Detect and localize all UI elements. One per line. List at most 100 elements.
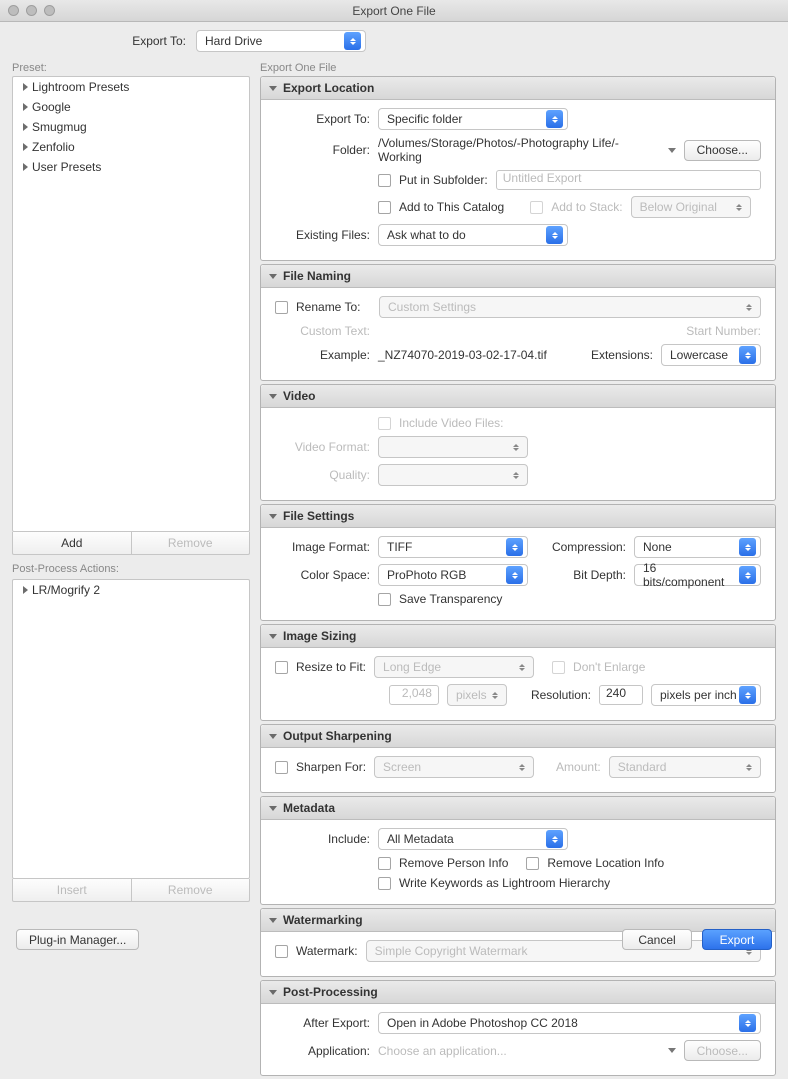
remove-location-label: Remove Location Info (547, 856, 664, 870)
traffic-max-icon[interactable] (44, 5, 55, 16)
write-keywords-checkbox[interactable] (378, 877, 391, 890)
save-transparency-checkbox[interactable] (378, 593, 391, 606)
triangle-down-icon (269, 394, 277, 399)
example-value: _NZ74070-2019-03-02-17-04.tif (378, 348, 547, 362)
chevron-updown-icon (509, 467, 523, 483)
stack-position-select: Below Original (631, 196, 751, 218)
remove-person-label: Remove Person Info (399, 856, 508, 870)
cancel-button[interactable]: Cancel (622, 929, 692, 950)
after-export-select[interactable]: Open in Adobe Photoshop CC 2018 (378, 1012, 761, 1034)
section-export-location: Export Location Export To: Specific fold… (260, 76, 776, 261)
chevron-updown-icon (515, 759, 529, 775)
rename-checkbox[interactable] (275, 301, 288, 314)
section-header[interactable]: Output Sharpening (261, 725, 775, 748)
existing-files-select[interactable]: Ask what to do (378, 224, 568, 246)
chevron-updown-icon (344, 32, 361, 50)
color-space-select[interactable]: ProPhoto RGB (378, 564, 528, 586)
chevron-updown-icon (509, 439, 523, 455)
caret-right-icon (23, 83, 28, 91)
export-to-value: Hard Drive (205, 34, 262, 48)
remove-button: Remove (132, 532, 250, 554)
existing-files-label: Existing Files: (275, 228, 370, 242)
export-panel-label: Export One File (260, 62, 776, 74)
triangle-down-icon (269, 734, 277, 739)
chevron-updown-icon (546, 830, 563, 848)
remove2-button: Remove (132, 879, 250, 901)
extensions-label: Extensions: (591, 348, 653, 362)
export-to-select[interactable]: Hard Drive (196, 30, 366, 52)
preset-list[interactable]: Lightroom Presets Google Smugmug Zenfoli… (12, 76, 250, 532)
application-label: Application: (275, 1044, 370, 1058)
add-catalog-checkbox[interactable] (378, 201, 391, 214)
save-transparency-label: Save Transparency (399, 592, 502, 606)
subfolder-label: Put in Subfolder: (399, 173, 488, 187)
post-actions-list[interactable]: LR/Mogrify 2 (12, 579, 250, 879)
start-number-label: Start Number: (686, 324, 761, 338)
subfolder-input[interactable]: Untitled Export (496, 170, 761, 190)
chevron-updown-icon (739, 1014, 756, 1032)
triangle-down-icon (269, 274, 277, 279)
section-header[interactable]: Video (261, 385, 775, 408)
section-header[interactable]: Export Location (261, 77, 775, 100)
resolution-input[interactable]: 240 (599, 685, 643, 705)
section-header[interactable]: Post-Processing (261, 981, 775, 1004)
preset-item[interactable]: Google (13, 97, 249, 117)
chevron-updown-icon (546, 226, 563, 244)
remove-person-checkbox[interactable] (378, 857, 391, 870)
post-action-item[interactable]: LR/Mogrify 2 (13, 580, 249, 600)
extensions-select[interactable]: Lowercase (661, 344, 761, 366)
bit-depth-select[interactable]: 16 bits/component (634, 564, 761, 586)
compression-select[interactable]: None (634, 536, 761, 558)
section-header[interactable]: Metadata (261, 797, 775, 820)
plugin-manager-button[interactable]: Plug-in Manager... (16, 929, 139, 950)
preset-buttons: Add Remove (12, 532, 250, 555)
resize-label: Resize to Fit: (296, 660, 366, 674)
caret-right-icon (23, 103, 28, 111)
sharpen-for-select: Screen (374, 756, 534, 778)
sharpen-checkbox[interactable] (275, 761, 288, 774)
triangle-down-icon (269, 634, 277, 639)
resize-checkbox[interactable] (275, 661, 288, 674)
chevron-updown-icon (739, 686, 756, 704)
amount-select: Standard (609, 756, 761, 778)
include-video-label: Include Video Files: (399, 416, 504, 430)
section-header[interactable]: File Naming (261, 265, 775, 288)
add-catalog-label: Add to This Catalog (399, 200, 504, 214)
subfolder-checkbox[interactable] (378, 174, 391, 187)
preset-item[interactable]: Lightroom Presets (13, 77, 249, 97)
video-quality-select (378, 464, 528, 486)
export-to-folder-select[interactable]: Specific folder (378, 108, 568, 130)
chevron-updown-icon (742, 759, 756, 775)
add-stack-checkbox (530, 201, 543, 214)
section-header[interactable]: File Settings (261, 505, 775, 528)
triangle-down-icon (269, 514, 277, 519)
resolution-unit-select[interactable]: pixels per inch (651, 684, 761, 706)
section-header[interactable]: Image Sizing (261, 625, 775, 648)
image-format-select[interactable]: TIFF (378, 536, 528, 558)
export-button[interactable]: Export (702, 929, 772, 950)
choose-folder-button[interactable]: Choose... (684, 140, 761, 161)
section-file-naming: File Naming Rename To: Custom Settings C… (260, 264, 776, 381)
section-image-sizing: Image Sizing Resize to Fit: Long Edge Do… (260, 624, 776, 721)
image-format-label: Image Format: (275, 540, 370, 554)
traffic-min-icon[interactable] (26, 5, 37, 16)
example-label: Example: (275, 348, 370, 362)
rename-label: Rename To: (296, 300, 371, 314)
metadata-include-select[interactable]: All Metadata (378, 828, 568, 850)
titlebar: Export One File (0, 0, 788, 22)
caret-right-icon (23, 143, 28, 151)
chevron-updown-icon (739, 538, 756, 556)
preset-item[interactable]: User Presets (13, 157, 249, 177)
include-label: Include: (275, 832, 370, 846)
remove-location-checkbox[interactable] (526, 857, 539, 870)
folder-path: /Volumes/Storage/Photos/-Photography Lif… (378, 136, 660, 164)
traffic-close-icon[interactable] (8, 5, 19, 16)
folder-label: Folder: (275, 143, 370, 157)
preset-item[interactable]: Smugmug (13, 117, 249, 137)
preset-item[interactable]: Zenfolio (13, 137, 249, 157)
custom-text-label: Custom Text: (275, 324, 370, 338)
choose-app-button: Choose... (684, 1040, 761, 1061)
resolution-label: Resolution: (531, 688, 591, 702)
folder-menu-icon[interactable] (668, 148, 676, 153)
add-button[interactable]: Add (13, 532, 132, 554)
